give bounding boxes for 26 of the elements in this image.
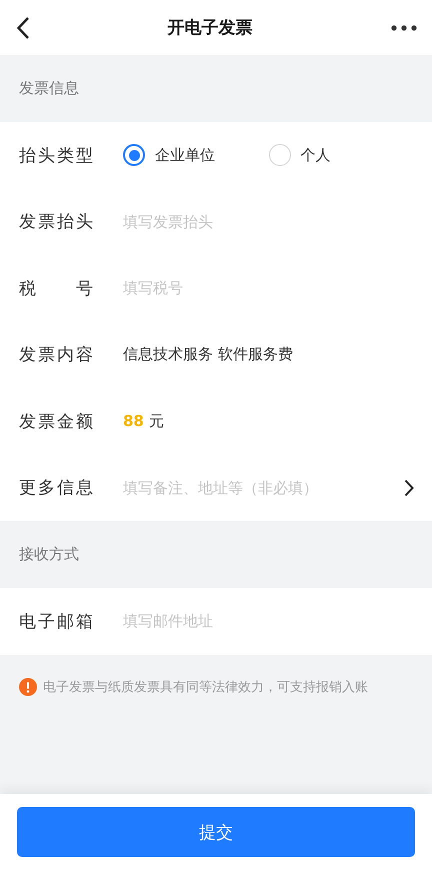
more-button[interactable] — [390, 24, 418, 32]
section-header: 接收方式 — [18, 544, 80, 565]
field-label: 抬头类型 — [19, 144, 93, 167]
field-label: 税号 — [19, 278, 93, 300]
field-label: 电子邮箱 — [19, 610, 93, 633]
amount-value: 88 — [123, 412, 144, 430]
input-field[interactable]: 填写备注、地址等（非必填） — [123, 478, 404, 497]
radio-label[interactable]: 企业单位 — [155, 146, 215, 165]
currency-unit: 元 — [148, 412, 164, 431]
input-field[interactable]: 填写邮件地址 — [123, 612, 414, 630]
input-field[interactable]: 填写税号 — [123, 279, 414, 298]
input-field[interactable]: 填写发票抬头 — [123, 212, 414, 231]
field-label: 发票抬头 — [19, 211, 93, 234]
page-title: 开电子发票 — [168, 17, 252, 39]
notice-text: 电子发票与纸质发票具有同等法律效力，可支持报销入账 — [43, 678, 368, 696]
radio-button[interactable] — [123, 144, 145, 166]
radio-label[interactable]: 个人 — [300, 146, 330, 165]
chevron-right-icon[interactable] — [404, 478, 414, 497]
submit-button[interactable]: 提交 — [17, 807, 415, 857]
warning-icon — [19, 678, 37, 696]
field-label: 发票内容 — [19, 344, 93, 366]
section-header: 发票信息 — [18, 78, 80, 99]
field-label: 发票金额 — [19, 410, 93, 433]
back-button[interactable] — [16, 16, 30, 40]
field-value: 信息技术服务 软件服务费 — [123, 345, 293, 364]
field-label: 更多信息 — [19, 477, 93, 500]
